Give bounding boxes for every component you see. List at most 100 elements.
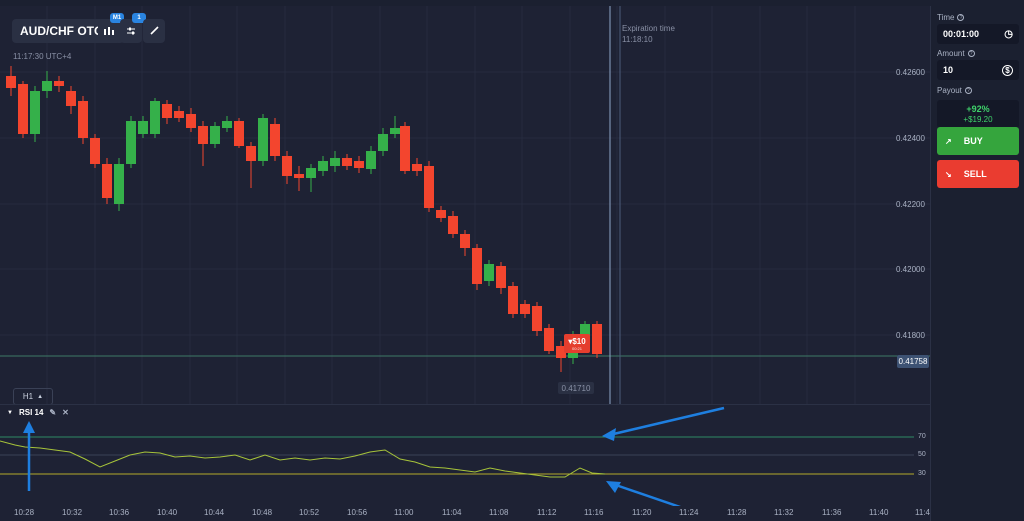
candle-body — [496, 266, 506, 288]
candle-body — [544, 328, 554, 351]
rsi-canvas — [0, 406, 914, 509]
amount-value: 10 — [943, 65, 954, 75]
candle-body — [330, 158, 340, 166]
rsi-panel[interactable]: ▼ RSI 14 ✎ ✕ 70 50 30 — [0, 404, 930, 509]
current-price-label: 0.41758 — [897, 355, 929, 368]
chevron-down-icon[interactable]: ▼ — [7, 410, 13, 416]
candle-body — [460, 234, 470, 248]
chevron-up-icon: ▲ — [37, 393, 44, 400]
candle-body — [66, 91, 76, 106]
pair-label: AUD/CHF OTC — [20, 24, 103, 38]
rsi-line — [0, 440, 606, 478]
price-label: 0.42600 — [896, 68, 925, 77]
time-tick: 11:4 — [915, 508, 930, 517]
pencil-icon[interactable]: ✎ — [49, 408, 56, 417]
candle-body — [436, 210, 446, 218]
price-label: 0.42200 — [896, 200, 925, 209]
candle-body — [484, 264, 494, 281]
candle-body — [54, 81, 64, 86]
time-tick: 10:32 — [62, 508, 83, 517]
candle-body — [400, 126, 410, 171]
time-tick: 10:56 — [347, 508, 368, 517]
candle-body — [508, 286, 518, 314]
candle-body — [42, 81, 52, 91]
payout-label: Payout — [937, 86, 962, 95]
buy-label: BUY — [963, 136, 983, 146]
candle-body — [18, 84, 28, 134]
time-tick: 10:36 — [109, 508, 130, 517]
time-tick: 11:36 — [822, 508, 842, 517]
candle-body — [138, 121, 148, 134]
price-label: 0.42400 — [896, 134, 925, 143]
candle-body — [114, 164, 124, 204]
price-label: 0.41800 — [896, 331, 925, 340]
time-tick: 11:40 — [869, 508, 889, 517]
candle-body — [390, 128, 400, 134]
expiration-info: Expiration time 11:18:10 — [622, 23, 675, 45]
candle-body — [412, 164, 422, 171]
time-tick: 11:16 — [584, 508, 604, 517]
chart-type-button[interactable]: M1 — [98, 13, 124, 43]
help-icon[interactable]: ? — [957, 14, 965, 21]
payout-percent: +92% — [966, 103, 990, 114]
candle-body — [342, 158, 352, 166]
time-tick: 11:04 — [442, 508, 462, 517]
time-tick: 10:48 — [252, 508, 273, 517]
trade-panel: Time ? 00:01:00 ◷ Amount ? 10 $ Payout ?… — [930, 6, 1024, 521]
open-trade-marker[interactable]: ▾$10 00:21 — [564, 334, 590, 353]
indicators-button[interactable]: 1 — [120, 13, 146, 43]
rsi-level-50: 50 — [918, 451, 926, 458]
price-chart[interactable]: AUD/CHF OTC ▼ M1 1 11:17:30 UTC+4 Expira… — [0, 6, 930, 405]
drawing-tools-button[interactable] — [143, 19, 165, 43]
rsi-level-70: 70 — [918, 433, 926, 440]
time-tick: 10:52 — [299, 508, 320, 517]
arrow-down-right-icon: ↘ — [945, 169, 952, 179]
time-tick: 11:24 — [679, 508, 699, 517]
clock-icon: ◷ — [1004, 28, 1013, 40]
buy-button[interactable]: ↗ BUY — [937, 127, 1019, 155]
candle-body — [592, 324, 602, 354]
candle-body — [234, 121, 244, 146]
close-icon[interactable]: ✕ — [62, 408, 69, 417]
time-tick: 11:00 — [394, 508, 414, 517]
time-axis: 10:28 10:32 10:36 10:40 10:44 10:48 10:5… — [0, 506, 930, 521]
candle-body — [102, 164, 112, 198]
rsi-level-30: 30 — [918, 470, 926, 477]
sell-button[interactable]: ↘ SELL — [937, 160, 1019, 188]
time-tick: 11:28 — [727, 508, 747, 517]
candle-body — [126, 121, 136, 164]
candle-body — [378, 134, 388, 151]
candle-body — [90, 138, 100, 164]
time-value: 00:01:00 — [943, 29, 980, 39]
candle-body — [532, 306, 542, 331]
amount-input[interactable]: 10 $ — [937, 60, 1019, 80]
amount-label: Amount — [937, 49, 965, 58]
help-icon[interactable]: ? — [967, 50, 975, 57]
dollar-icon: $ — [1002, 64, 1013, 76]
candles-icon — [104, 27, 114, 35]
expiration-label: Expiration time — [622, 24, 675, 33]
help-icon[interactable]: ? — [964, 87, 972, 94]
candle-body — [222, 121, 232, 128]
candle-body — [472, 248, 482, 284]
rsi-title: RSI 14 — [18, 408, 44, 417]
candle-body — [294, 174, 304, 178]
candle-body — [258, 118, 268, 161]
candle-body — [210, 126, 220, 144]
candle-body — [78, 101, 88, 138]
interval-selector[interactable]: H1 ▲ — [13, 388, 53, 405]
candle-body — [354, 161, 364, 168]
time-tick: 11:20 — [632, 508, 652, 517]
candle-body — [186, 114, 196, 128]
low-price-label: 0.41710 — [558, 382, 594, 394]
candle-body — [306, 168, 316, 178]
time-field-label: Time ? — [937, 13, 965, 22]
payout-display: +92% +$19.20 — [937, 100, 1019, 128]
time-tick: 11:12 — [537, 508, 557, 517]
time-input[interactable]: 00:01:00 ◷ — [937, 24, 1019, 44]
server-clock: 11:17:30 UTC+4 — [13, 52, 72, 61]
candle-body — [424, 166, 434, 208]
time-tick: 10:28 — [14, 508, 35, 517]
candle-chart-canvas — [0, 6, 930, 404]
candle-body — [270, 124, 280, 156]
